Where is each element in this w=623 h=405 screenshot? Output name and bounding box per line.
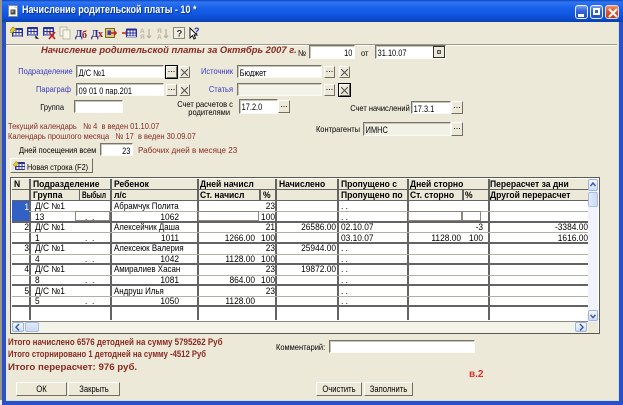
svg-text:х: х — [98, 29, 103, 40]
svg-text:?: ? — [194, 26, 200, 36]
svg-text:А: А — [157, 34, 162, 41]
svg-text:Я: Я — [140, 34, 145, 41]
svg-text:б: б — [82, 30, 87, 41]
svg-text:?: ? — [177, 29, 183, 40]
